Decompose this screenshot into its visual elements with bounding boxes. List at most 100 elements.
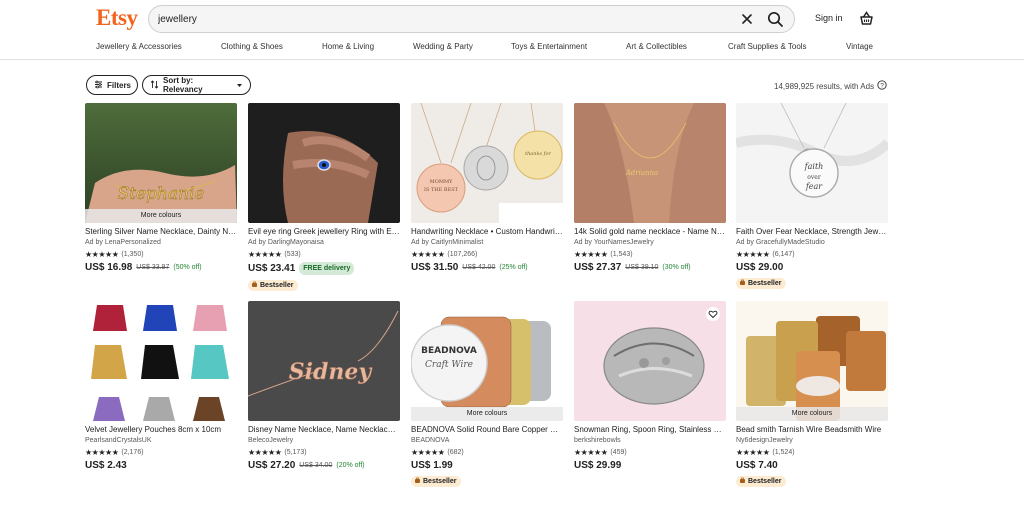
listing-card[interactable]: Sidney Disney Name Necklace, Name Neckla… <box>248 301 400 471</box>
star-rating: ★★★★★ <box>736 448 770 457</box>
review-count: (5,173) <box>284 449 307 456</box>
bestseller-badge: Bestseller <box>411 476 462 487</box>
svg-text:faith: faith <box>804 162 824 171</box>
category-toys[interactable]: Toys & Entertainment <box>511 42 587 51</box>
filters-button[interactable]: Filters <box>86 75 138 95</box>
price-row: US$ 27.37 US$ 39.10 (30% off) <box>574 262 726 273</box>
listing-title[interactable]: Bead smith Tarnish Wire Beadsmith Wire <box>736 425 888 435</box>
listing-image[interactable]: More colours <box>736 301 888 421</box>
listing-title[interactable]: Disney Name Necklace, Name Necklace Gold <box>248 425 400 435</box>
category-wedding[interactable]: Wedding & Party <box>413 42 473 51</box>
heart-icon[interactable] <box>706 307 720 321</box>
svg-text:?: ? <box>880 82 884 89</box>
filter-icon <box>94 80 103 91</box>
review-count: (2,176) <box>121 449 144 456</box>
sort-button[interactable]: Sort by: Relevancy <box>142 75 251 95</box>
rating-row: ★★★★★ (1,543) <box>574 250 726 259</box>
discount-text: (20% off) <box>336 462 365 469</box>
svg-text:Craft Wire: Craft Wire <box>425 360 473 370</box>
price: US$ 29.99 <box>574 460 622 471</box>
listing-card[interactable]: MOMMY IS THE BEST thanks for Handwriting N… <box>411 103 563 273</box>
category-vintage[interactable]: Vintage <box>846 42 873 51</box>
listing-title[interactable]: Faith Over Fear Necklace, Strength Jewel… <box>736 227 888 237</box>
help-icon[interactable]: ? <box>877 80 887 92</box>
listing-image[interactable]: MOMMY IS THE BEST thanks for <box>411 103 563 223</box>
sign-in-link[interactable]: Sign in <box>815 13 843 23</box>
listing-card[interactable]: Evil eye ring Greek jewellery Ring with … <box>248 103 400 293</box>
listing-title[interactable]: Handwriting Necklace • Custom Handwritin… <box>411 227 563 237</box>
price: US$ 16.98 <box>85 262 133 273</box>
search-input[interactable] <box>158 11 718 28</box>
listing-card[interactable]: Adrianna 14k Solid gold name necklace - … <box>574 103 726 273</box>
listing-title[interactable]: Snowman Ring, Spoon Ring, Stainless Stee… <box>574 425 726 435</box>
review-count: (1,350) <box>121 251 144 258</box>
listing-image[interactable] <box>574 301 726 421</box>
price: US$ 27.20 <box>248 460 296 471</box>
listing-title[interactable]: BEADNOVA Solid Round Bare Copper Wire <box>411 425 563 435</box>
price: US$ 31.50 <box>411 262 459 273</box>
category-jewellery[interactable]: Jewellery & Accessories <box>96 42 182 51</box>
basket-icon[interactable] <box>858 10 875 27</box>
listing-card[interactable]: Stephanie More colours Sterling Silver Na… <box>85 103 237 273</box>
price-row: US$ 16.98 US$ 33.97 (50% off) <box>85 262 237 273</box>
rating-row: ★★★★★ (107,266) <box>411 250 563 259</box>
shop-name: Ny6designJewelry <box>736 437 793 444</box>
bestseller-label: Bestseller <box>748 280 782 287</box>
bestseller-badge: Bestseller <box>736 278 787 289</box>
discount-text: (25% off) <box>499 264 528 271</box>
listing-title[interactable]: Sterling Silver Name Necklace, Dainty Na… <box>85 227 237 237</box>
star-rating: ★★★★★ <box>736 250 770 259</box>
etsy-logo[interactable]: Etsy <box>96 5 138 31</box>
svg-text:Sidney: Sidney <box>289 359 374 385</box>
star-rating: ★★★★★ <box>85 250 119 259</box>
svg-text:thanks for: thanks for <box>525 151 551 157</box>
listing-title[interactable]: Evil eye ring Greek jewellery Ring with … <box>248 227 400 237</box>
listing-image[interactable]: Sidney <box>248 301 400 421</box>
star-rating: ★★★★★ <box>574 448 608 457</box>
category-craft[interactable]: Craft Supplies & Tools <box>728 42 807 51</box>
free-delivery-badge: FREE delivery <box>299 262 355 275</box>
listing-card[interactable]: BEADNOVA Craft Wire More colours BEADNOVA … <box>411 301 563 489</box>
star-rating: ★★★★★ <box>411 250 445 259</box>
rating-row: ★★★★★ (2,176) <box>85 448 237 457</box>
discount-text: (30% off) <box>662 264 691 271</box>
listing-title[interactable]: Velvet Jewellery Pouches 8cm x 10cm <box>85 425 237 435</box>
svg-text:BEADNOVA: BEADNOVA <box>421 346 477 356</box>
listing-image[interactable] <box>248 103 400 223</box>
close-icon[interactable] <box>739 11 755 27</box>
price: US$ 29.00 <box>736 262 784 273</box>
bestseller-icon <box>414 477 421 486</box>
review-count: (1,524) <box>772 449 795 456</box>
category-clothing[interactable]: Clothing & Shoes <box>221 42 283 51</box>
listing-card[interactable]: faith over fear Faith Over Fear Necklace, … <box>736 103 888 291</box>
listing-image[interactable]: faith over fear <box>736 103 888 223</box>
bestseller-icon <box>251 281 258 290</box>
search-icon[interactable] <box>766 10 785 29</box>
results-count: 14,989,925 results, with Ads ? <box>774 80 887 92</box>
listing-title[interactable]: 14k Solid gold name necklace - Name Neck… <box>574 227 726 237</box>
review-count: (107,266) <box>447 251 478 258</box>
review-count: (6,147) <box>772 251 795 258</box>
listing-image[interactable]: Stephanie More colours <box>85 103 237 223</box>
rating-row: ★★★★★ (682) <box>411 448 563 457</box>
listing-card[interactable]: More colours Bead smith Tarnish Wire Bea… <box>736 301 888 489</box>
svg-text:IS THE BEST: IS THE BEST <box>424 187 459 193</box>
listing-card[interactable]: Snowman Ring, Spoon Ring, Stainless Stee… <box>574 301 726 471</box>
price: US$ 23.41 <box>248 263 296 274</box>
shop-name: PearlsandCrystalsUK <box>85 437 152 444</box>
category-home[interactable]: Home & Living <box>322 42 374 51</box>
original-price: US$ 39.10 <box>625 264 659 271</box>
listing-image[interactable]: Adrianna <box>574 103 726 223</box>
svg-text:Stephanie: Stephanie <box>118 184 205 204</box>
shop-name: Ad by LenaPersonalized <box>85 239 161 246</box>
price-row: US$ 7.40 <box>736 460 888 471</box>
listing-card[interactable]: Velvet Jewellery Pouches 8cm x 10cm Pear… <box>85 301 237 471</box>
svg-text:Adrianna: Adrianna <box>625 169 658 177</box>
bestseller-label: Bestseller <box>423 478 457 485</box>
listing-image[interactable]: BEADNOVA Craft Wire More colours <box>411 301 563 421</box>
caret-down-icon <box>236 81 243 90</box>
bestseller-icon <box>739 279 746 288</box>
listing-image[interactable] <box>85 301 237 421</box>
category-nav: Jewellery & Accessories Clothing & Shoes… <box>0 42 1024 54</box>
category-art[interactable]: Art & Collectibles <box>626 42 687 51</box>
